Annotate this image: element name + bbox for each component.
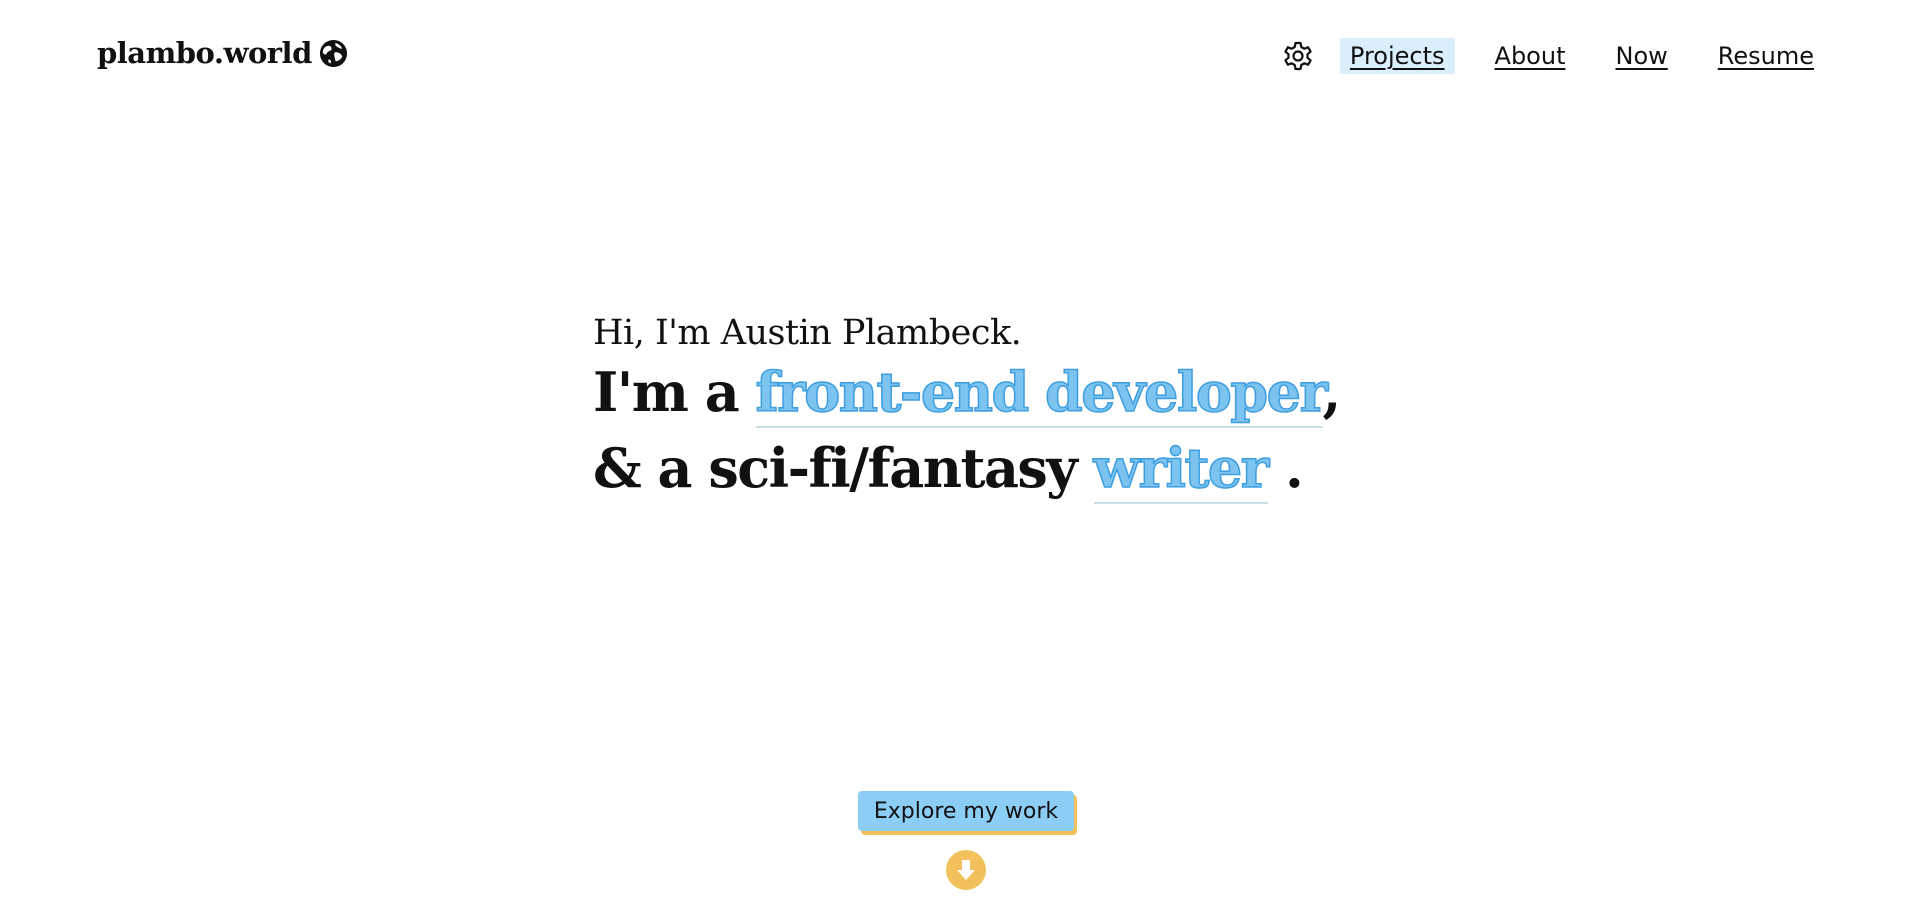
hero-intro: Hi, I'm Austin Plambeck. [593,313,1022,353]
hero-line-2-prefix: & a sci-fi/fantasy [593,436,1094,500]
hero-line-1-prefix: I'm a [593,360,756,424]
nav-projects[interactable]: Projects [1339,38,1455,74]
role-highlight-writer: writer [1093,435,1270,504]
nav-about[interactable]: About [1485,38,1576,74]
site-header: plambo.world Projects About Now Resume [0,0,1920,112]
globe-icon [319,39,347,67]
hero-line-2: & a sci-fi/fantasy writer . [593,430,1340,506]
role-highlight-developer: front-end developer [755,359,1325,428]
nav-now[interactable]: Now [1606,38,1678,74]
gear-icon[interactable] [1282,40,1314,72]
brand-link[interactable]: plambo.world [97,36,349,70]
nav-resume[interactable]: Resume [1708,38,1824,74]
hero-section: Hi, I'm Austin Plambeck. I'm a front-end… [593,312,1342,506]
arrow-down-circle-icon[interactable] [946,850,986,890]
hero-line-1: I'm a front-end developer, [593,354,1342,430]
explore-work-button[interactable]: Explore my work [858,791,1074,831]
hero-line-2-suffix: . [1267,436,1304,500]
hero-line-1-suffix: , [1322,360,1342,424]
brand-name: plambo.world [97,36,312,70]
main-nav: Projects About Now Resume [1282,36,1824,76]
